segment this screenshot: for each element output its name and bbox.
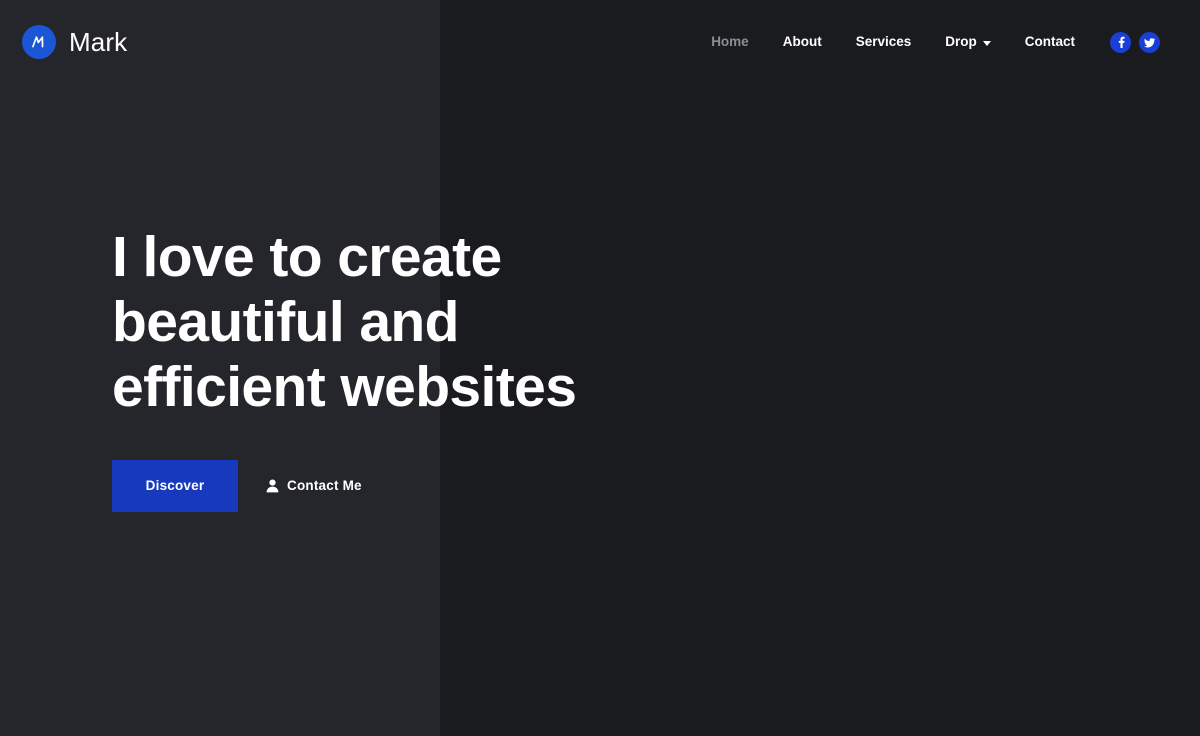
- nav-item-contact-label: Contact: [1024, 34, 1075, 50]
- nav-item-home-label: Home: [711, 34, 749, 50]
- brand-logo-link[interactable]: Mark: [22, 25, 127, 59]
- nav-item-contact[interactable]: Contact: [1008, 29, 1092, 55]
- nav-item-about-label: About: [782, 34, 822, 50]
- chevron-down-icon: [982, 40, 991, 46]
- monogram-m-icon: [22, 25, 56, 59]
- nav-item-drop-label: Drop: [945, 34, 977, 50]
- user-icon: [266, 479, 279, 493]
- nav-item-services[interactable]: Services: [839, 29, 929, 55]
- nav-item-drop[interactable]: Drop: [928, 29, 1008, 55]
- nav-item-about[interactable]: About: [766, 29, 839, 55]
- twitter-icon[interactable]: [1139, 31, 1160, 53]
- brand-name: Mark: [69, 27, 128, 57]
- social-links: [1110, 31, 1160, 53]
- nav-item-services-label: Services: [855, 34, 912, 50]
- hero-title: I love to create beautiful and efficient…: [112, 224, 577, 419]
- contact-me-label: Contact Me: [287, 477, 362, 493]
- main-navigation: Home About Services Drop Contact: [694, 29, 1160, 55]
- nav-item-home[interactable]: Home: [694, 29, 766, 55]
- site-header: Mark Home About Services Drop Contact: [0, 0, 1200, 84]
- facebook-icon[interactable]: [1110, 31, 1131, 53]
- discover-button[interactable]: Discover: [112, 459, 238, 512]
- contact-me-button[interactable]: Contact Me: [264, 460, 364, 512]
- hero-action-group: Discover Contact Me: [112, 459, 700, 512]
- hero-section: I love to create beautiful and efficient…: [0, 0, 700, 736]
